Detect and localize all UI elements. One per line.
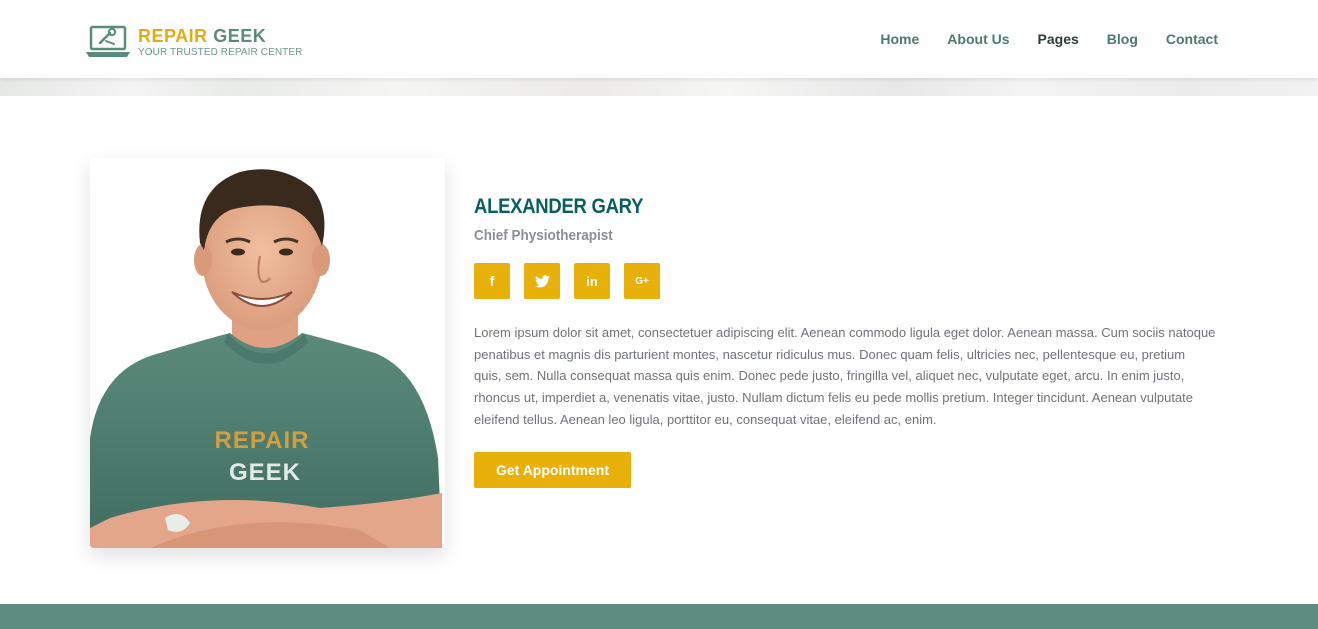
laptop-wrench-icon — [86, 25, 130, 57]
profile-info: ALEXANDER GARY Chief Physiotherapist f i… — [474, 195, 1219, 488]
google-plus-icon: G+ — [635, 275, 649, 287]
profile-name: ALEXANDER GARY — [474, 195, 644, 218]
brand-name: REPAIR GEEK — [138, 26, 302, 46]
site-logo[interactable]: REPAIR GEEK YOUR TRUSTED REPAIR CENTER — [86, 25, 302, 59]
nav-home[interactable]: Home — [880, 31, 919, 47]
nav-about-us[interactable]: About Us — [947, 31, 1009, 47]
twitter-icon — [534, 274, 550, 287]
nav-pages[interactable]: Pages — [1038, 31, 1079, 47]
profile-role: Chief Physiotherapist — [474, 227, 613, 244]
shirt-print-line2: GEEK — [229, 459, 301, 486]
nav-contact[interactable]: Contact — [1166, 31, 1218, 47]
brand-name-part1: REPAIR — [138, 25, 208, 46]
google-plus-button[interactable]: G+ — [624, 263, 660, 299]
facebook-icon: f — [489, 273, 495, 289]
get-appointment-button[interactable]: Get Appointment — [474, 451, 631, 488]
brand-name-part2: GEEK — [213, 25, 267, 46]
footer-band — [0, 604, 1318, 629]
profile-photo: REPAIR GEEK — [90, 158, 445, 548]
twitter-button[interactable] — [524, 263, 560, 299]
profile-bio: Lorem ipsum dolor sit amet, consectetuer… — [474, 325, 1216, 427]
shirt-print-line1: REPAIR — [215, 427, 310, 454]
linkedin-button[interactable]: in — [574, 263, 610, 299]
main-nav: Home About Us Pages Blog Contact — [852, 31, 1218, 47]
facebook-button[interactable]: f — [474, 263, 510, 299]
site-header: REPAIR GEEK YOUR TRUSTED REPAIR CENTER H… — [0, 0, 1318, 78]
profile-photo-card: REPAIR GEEK — [90, 158, 445, 548]
hero-banner-edge — [0, 78, 1318, 96]
social-links: f in G+ — [474, 263, 1219, 299]
nav-blog[interactable]: Blog — [1107, 31, 1138, 47]
linkedin-icon: in — [586, 273, 598, 289]
brand-tagline: YOUR TRUSTED REPAIR CENTER — [138, 46, 303, 58]
